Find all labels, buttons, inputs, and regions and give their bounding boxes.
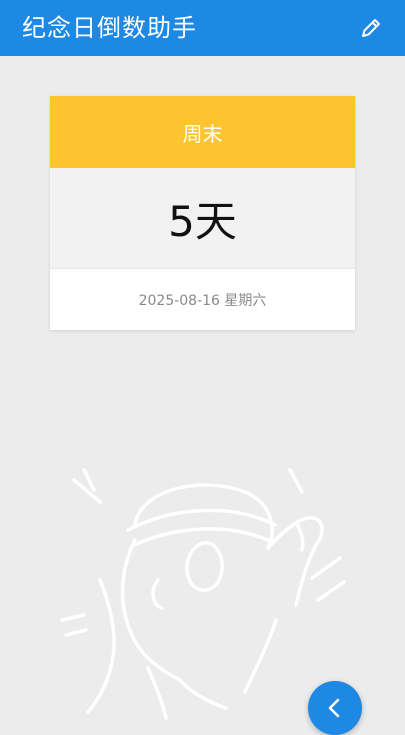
event-date: 2025-08-16 星期六 [138, 292, 267, 309]
event-name: 周末 [50, 96, 355, 168]
app-title: 纪念日倒数助手 [22, 14, 197, 42]
app-bar: 纪念日倒数助手 [0, 0, 405, 56]
edit-button[interactable] [355, 12, 387, 44]
pencil-icon [362, 19, 380, 37]
back-fab[interactable] [308, 681, 362, 735]
cartoon-background-illustration [60, 468, 346, 720]
days-remaining: 5天 [50, 168, 355, 269]
chevron-left-icon [328, 698, 340, 718]
countdown-card[interactable]: 周末 5天 2025-08-16 星期六 [50, 96, 355, 330]
